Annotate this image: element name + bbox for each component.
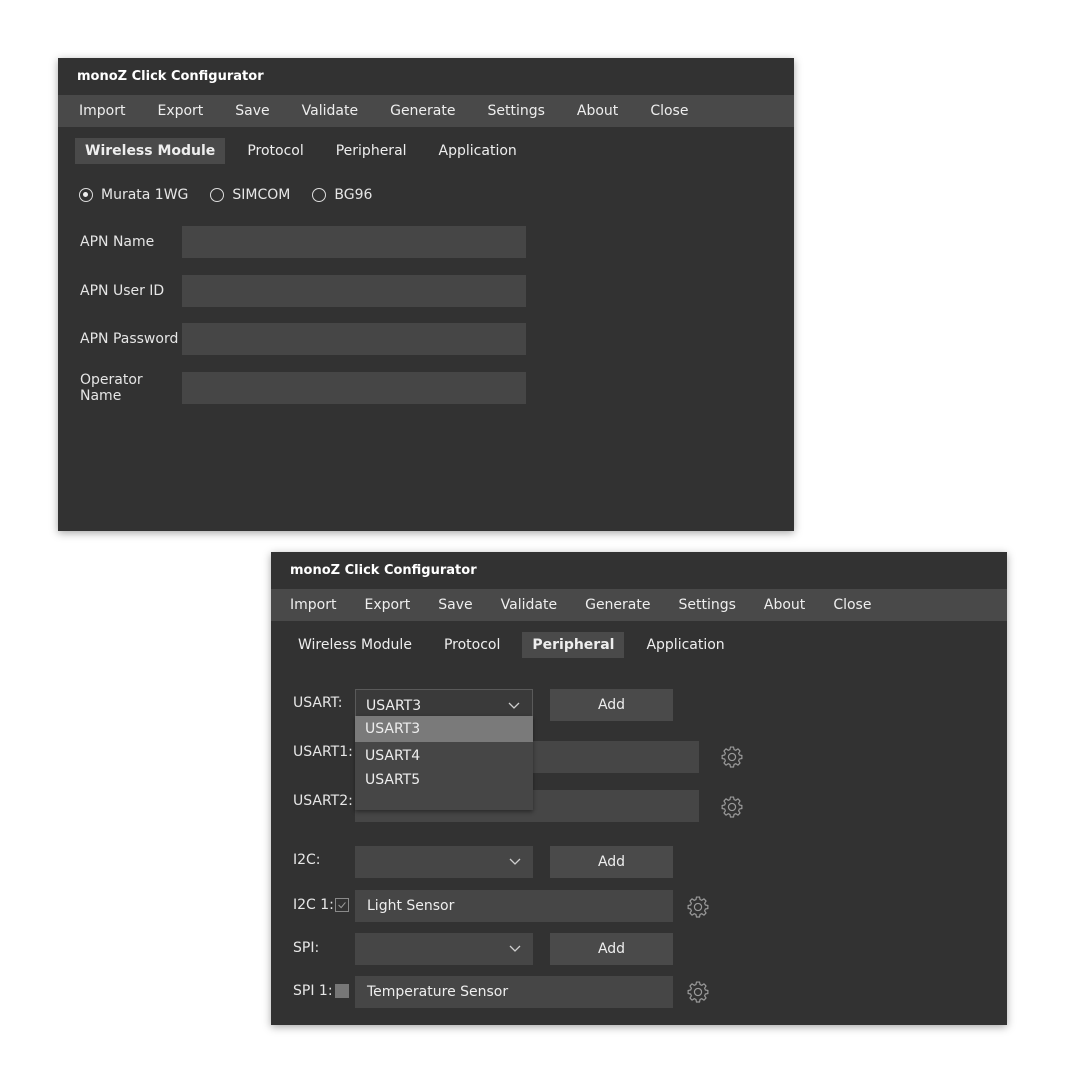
i2c-label: I2C: (293, 852, 321, 868)
menu-save[interactable]: Save (424, 597, 486, 613)
operator-name-label: Operator Name (80, 372, 143, 404)
radio-simcom[interactable]: SIMCOM (210, 187, 290, 203)
menu-export[interactable]: Export (141, 103, 219, 119)
apn-password-row: APN Password (80, 323, 526, 355)
spi1-label: SPI 1: (293, 983, 333, 999)
chevron-down-icon (509, 945, 521, 952)
configurator-window-peripheral: monoZ Click Configurator Import Export S… (271, 552, 1007, 1025)
menu-close[interactable]: Close (819, 597, 885, 613)
menu-bar: Import Export Save Validate Generate Set… (58, 95, 794, 127)
menu-import[interactable]: Import (63, 103, 141, 119)
apn-name-row: APN Name (80, 226, 526, 258)
radio-label: Murata 1WG (101, 187, 189, 203)
menu-validate[interactable]: Validate (487, 597, 571, 613)
operator-name-row: Operator Name (80, 372, 526, 404)
menu-save[interactable]: Save (219, 103, 285, 119)
usart-option-usart3[interactable]: USART3 (355, 716, 533, 742)
usart-selected-value: USART3 (366, 698, 422, 714)
menu-close[interactable]: Close (634, 103, 704, 119)
radio-selected-icon[interactable] (79, 188, 93, 202)
usart-dropdown-list: USART3 USART4 USART5 (355, 716, 533, 810)
apn-password-input[interactable] (182, 323, 526, 355)
radio-label: BG96 (334, 187, 373, 203)
usart2-label: USART2: (293, 793, 353, 809)
spi1-checkbox[interactable] (335, 984, 349, 998)
menu-settings[interactable]: Settings (664, 597, 749, 613)
menu-about[interactable]: About (561, 103, 634, 119)
menu-generate[interactable]: Generate (571, 597, 664, 613)
menu-about[interactable]: About (750, 597, 819, 613)
gear-icon[interactable] (685, 894, 711, 920)
tab-peripheral[interactable]: Peripheral (522, 632, 625, 658)
i2c-select[interactable] (355, 846, 533, 878)
tab-wireless-module[interactable]: Wireless Module (75, 138, 226, 164)
apn-user-id-input[interactable] (182, 275, 526, 307)
i2c-add-button[interactable]: Add (550, 846, 673, 878)
usart-option-usart5[interactable]: USART5 (355, 768, 533, 792)
chevron-down-icon (509, 858, 521, 865)
radio-label: SIMCOM (232, 187, 291, 203)
window-title: monoZ Click Configurator (77, 69, 264, 84)
i2c1-label: I2C 1: (293, 897, 334, 913)
configurator-window-wireless: monoZ Click Configurator Import Export S… (58, 58, 794, 531)
tab-peripheral[interactable]: Peripheral (326, 138, 417, 164)
tab-bar: Wireless Module Protocol Peripheral Appl… (75, 138, 539, 164)
spi-label: SPI: (293, 940, 320, 956)
apn-name-input[interactable] (182, 226, 526, 258)
chevron-down-icon (508, 702, 520, 709)
menu-export[interactable]: Export (350, 597, 424, 613)
i2c1-checkbox[interactable] (335, 898, 349, 912)
radio-bg96[interactable]: BG96 (312, 187, 372, 203)
operator-name-input[interactable] (182, 372, 526, 404)
menu-bar: Import Export Save Validate Generate Set… (271, 589, 1007, 621)
usart1-label: USART1: (293, 744, 353, 760)
menu-import[interactable]: Import (276, 597, 350, 613)
i2c1-input[interactable]: Light Sensor (355, 890, 673, 922)
radio-unselected-icon[interactable] (210, 188, 225, 202)
spi-select[interactable] (355, 933, 533, 965)
apn-user-id-label: APN User ID (80, 283, 165, 299)
gear-icon[interactable] (685, 979, 711, 1005)
tab-application[interactable]: Application (636, 632, 734, 658)
menu-settings[interactable]: Settings (471, 103, 560, 119)
usart-label: USART: (293, 695, 343, 711)
usart-option-usart4[interactable]: USART4 (355, 744, 533, 768)
apn-name-label: APN Name (80, 234, 155, 250)
tab-application[interactable]: Application (429, 138, 527, 164)
apn-user-id-row: APN User ID (80, 275, 526, 307)
gear-icon[interactable] (719, 794, 745, 820)
spi-add-button[interactable]: Add (550, 933, 673, 965)
menu-validate[interactable]: Validate (286, 103, 374, 119)
radio-unselected-icon[interactable] (312, 188, 327, 202)
tab-bar: Wireless Module Protocol Peripheral Appl… (288, 632, 747, 658)
menu-generate[interactable]: Generate (374, 103, 471, 119)
tab-wireless-module[interactable]: Wireless Module (288, 632, 422, 658)
apn-password-label: APN Password (80, 331, 179, 347)
tab-protocol[interactable]: Protocol (434, 632, 510, 658)
window-title: monoZ Click Configurator (290, 563, 477, 578)
radio-murata[interactable]: Murata 1WG (79, 187, 188, 203)
usart-add-button[interactable]: Add (550, 689, 673, 721)
module-radio-group: Murata 1WG SIMCOM BG96 (79, 187, 394, 203)
tab-protocol[interactable]: Protocol (237, 138, 313, 164)
gear-icon[interactable] (719, 744, 745, 770)
spi1-input[interactable]: Temperature Sensor (355, 976, 673, 1008)
